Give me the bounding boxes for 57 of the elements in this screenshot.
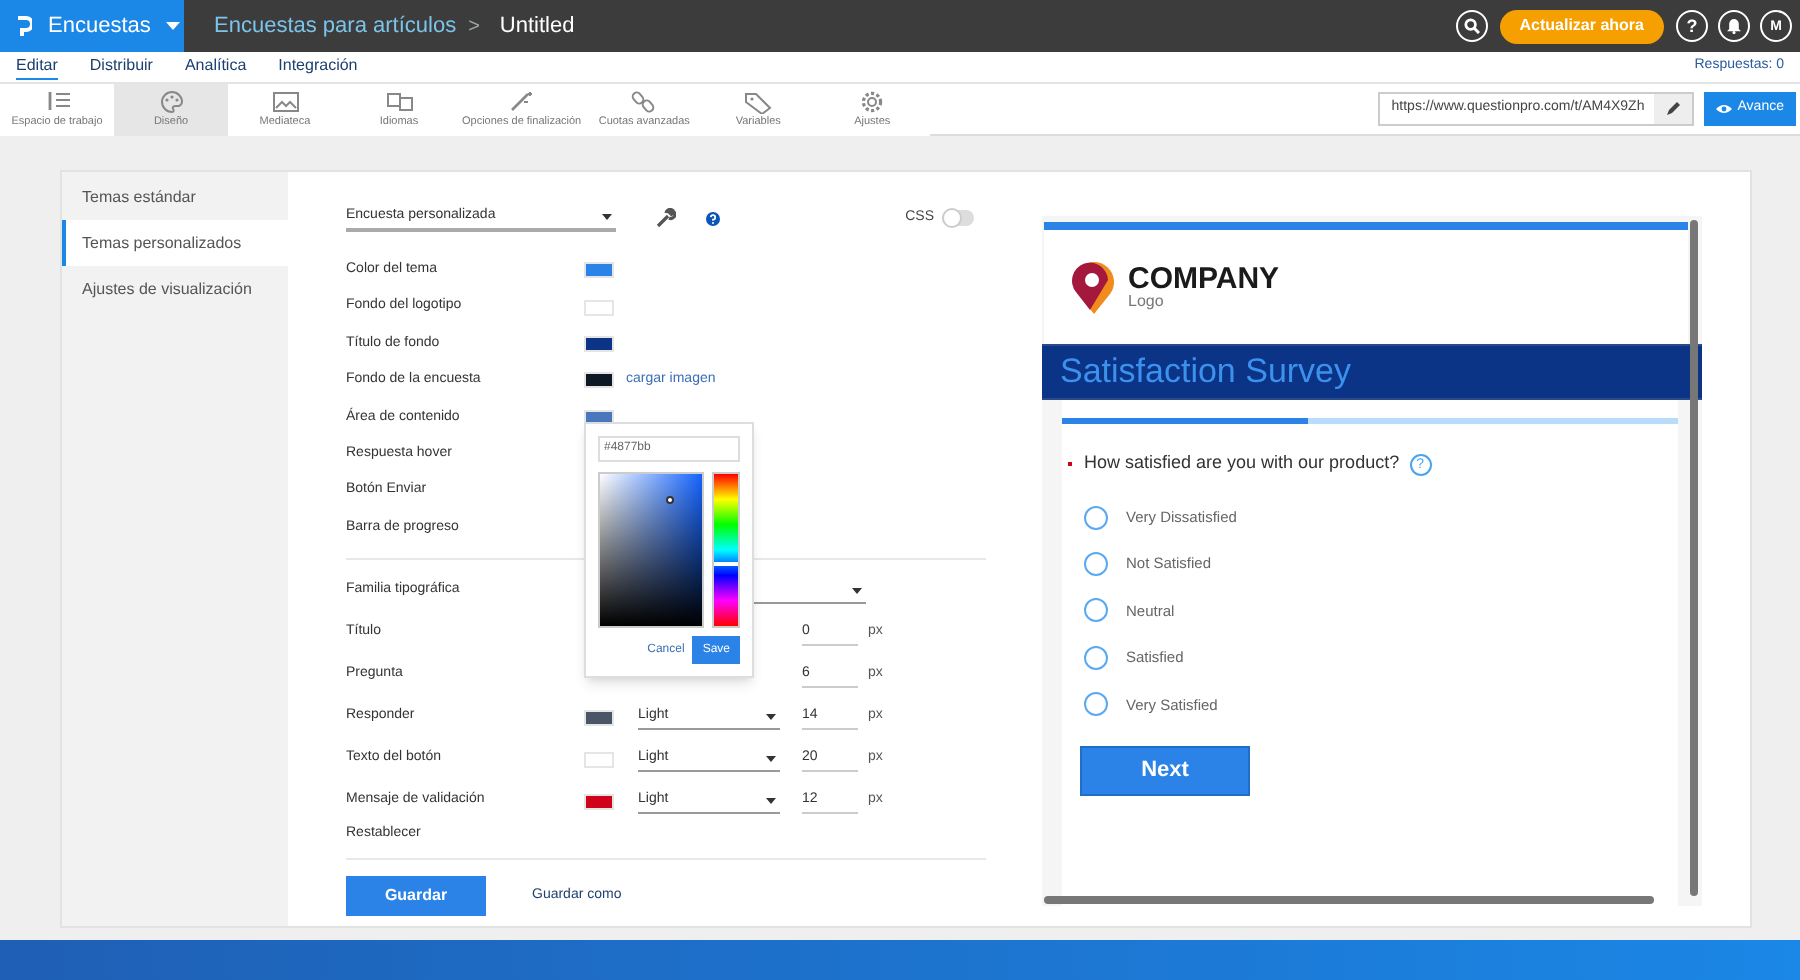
caret-icon — [766, 755, 776, 762]
question-text: How satisfied are you with our product? — [1084, 450, 1400, 477]
search-icon — [1463, 18, 1480, 34]
breadcrumb-link[interactable]: Encuestas para artículos — [214, 9, 457, 43]
sidebar-item[interactable]: Ajustes de visualización — [62, 266, 288, 312]
next-button[interactable]: Next — [1080, 745, 1250, 796]
survey-title-banner: Satisfaction Survey — [1042, 344, 1702, 400]
radio-button[interactable] — [1084, 598, 1108, 623]
css-toggle[interactable] — [942, 210, 974, 226]
help-button[interactable]: ? — [1676, 10, 1708, 42]
logo-caption: Logo — [1128, 294, 1166, 310]
nav-tab[interactable]: Distribuir — [89, 54, 153, 80]
breadcrumb-separator: > — [468, 13, 480, 41]
pencil-icon — [1665, 102, 1680, 116]
radio-button[interactable] — [1084, 505, 1108, 530]
radio-button[interactable] — [1084, 552, 1108, 577]
color-swatch[interactable] — [584, 751, 614, 768]
horizontal-scrollbar[interactable] — [1044, 896, 1654, 904]
vertical-scrollbar[interactable] — [1690, 220, 1698, 896]
translate-icon — [383, 90, 415, 114]
bell-icon — [1726, 18, 1742, 34]
hue-slider[interactable] — [712, 472, 740, 628]
sidebar-item[interactable]: Temas estándar — [62, 174, 288, 220]
caret-icon — [766, 797, 776, 804]
location-pin-logo-icon — [1072, 259, 1116, 315]
search-button[interactable] — [1455, 10, 1488, 42]
radio-button[interactable] — [1084, 692, 1108, 717]
logo-icon — [16, 15, 32, 37]
palette-icon — [155, 90, 187, 114]
radio-button[interactable] — [1084, 645, 1108, 670]
caret-icon — [166, 22, 181, 30]
color-gradient-field[interactable] — [598, 472, 705, 628]
sidebar-item[interactable]: Temas personalizados — [62, 220, 288, 266]
color-swatch[interactable] — [584, 335, 614, 352]
save-theme-button[interactable]: Guardar — [346, 876, 486, 917]
caret-icon — [766, 713, 776, 720]
app-menu-button[interactable]: Encuestas — [0, 0, 184, 52]
nav-tab[interactable]: Integración — [278, 54, 358, 80]
color-swatch[interactable] — [584, 372, 614, 389]
wrench-icon — [656, 208, 676, 228]
caret-icon — [852, 587, 862, 594]
image-icon — [269, 90, 301, 114]
wrench-button[interactable] — [656, 208, 676, 228]
notifications-button[interactable] — [1718, 10, 1750, 42]
survey-title: Untitled — [499, 11, 575, 42]
company-name: COMPANY — [1128, 264, 1280, 294]
eye-icon — [1715, 104, 1732, 114]
color-swatch[interactable] — [584, 793, 614, 810]
color-swatch[interactable] — [584, 299, 614, 316]
caret-icon — [602, 213, 612, 219]
help-button[interactable] — [706, 211, 720, 225]
nav-tab[interactable]: Editar — [16, 54, 58, 80]
tag-icon — [742, 90, 775, 114]
color-swatch[interactable] — [584, 262, 614, 279]
color-swatch[interactable] — [584, 709, 614, 726]
help-icon — [706, 211, 720, 225]
nav-tab[interactable]: Analítica — [184, 54, 247, 80]
